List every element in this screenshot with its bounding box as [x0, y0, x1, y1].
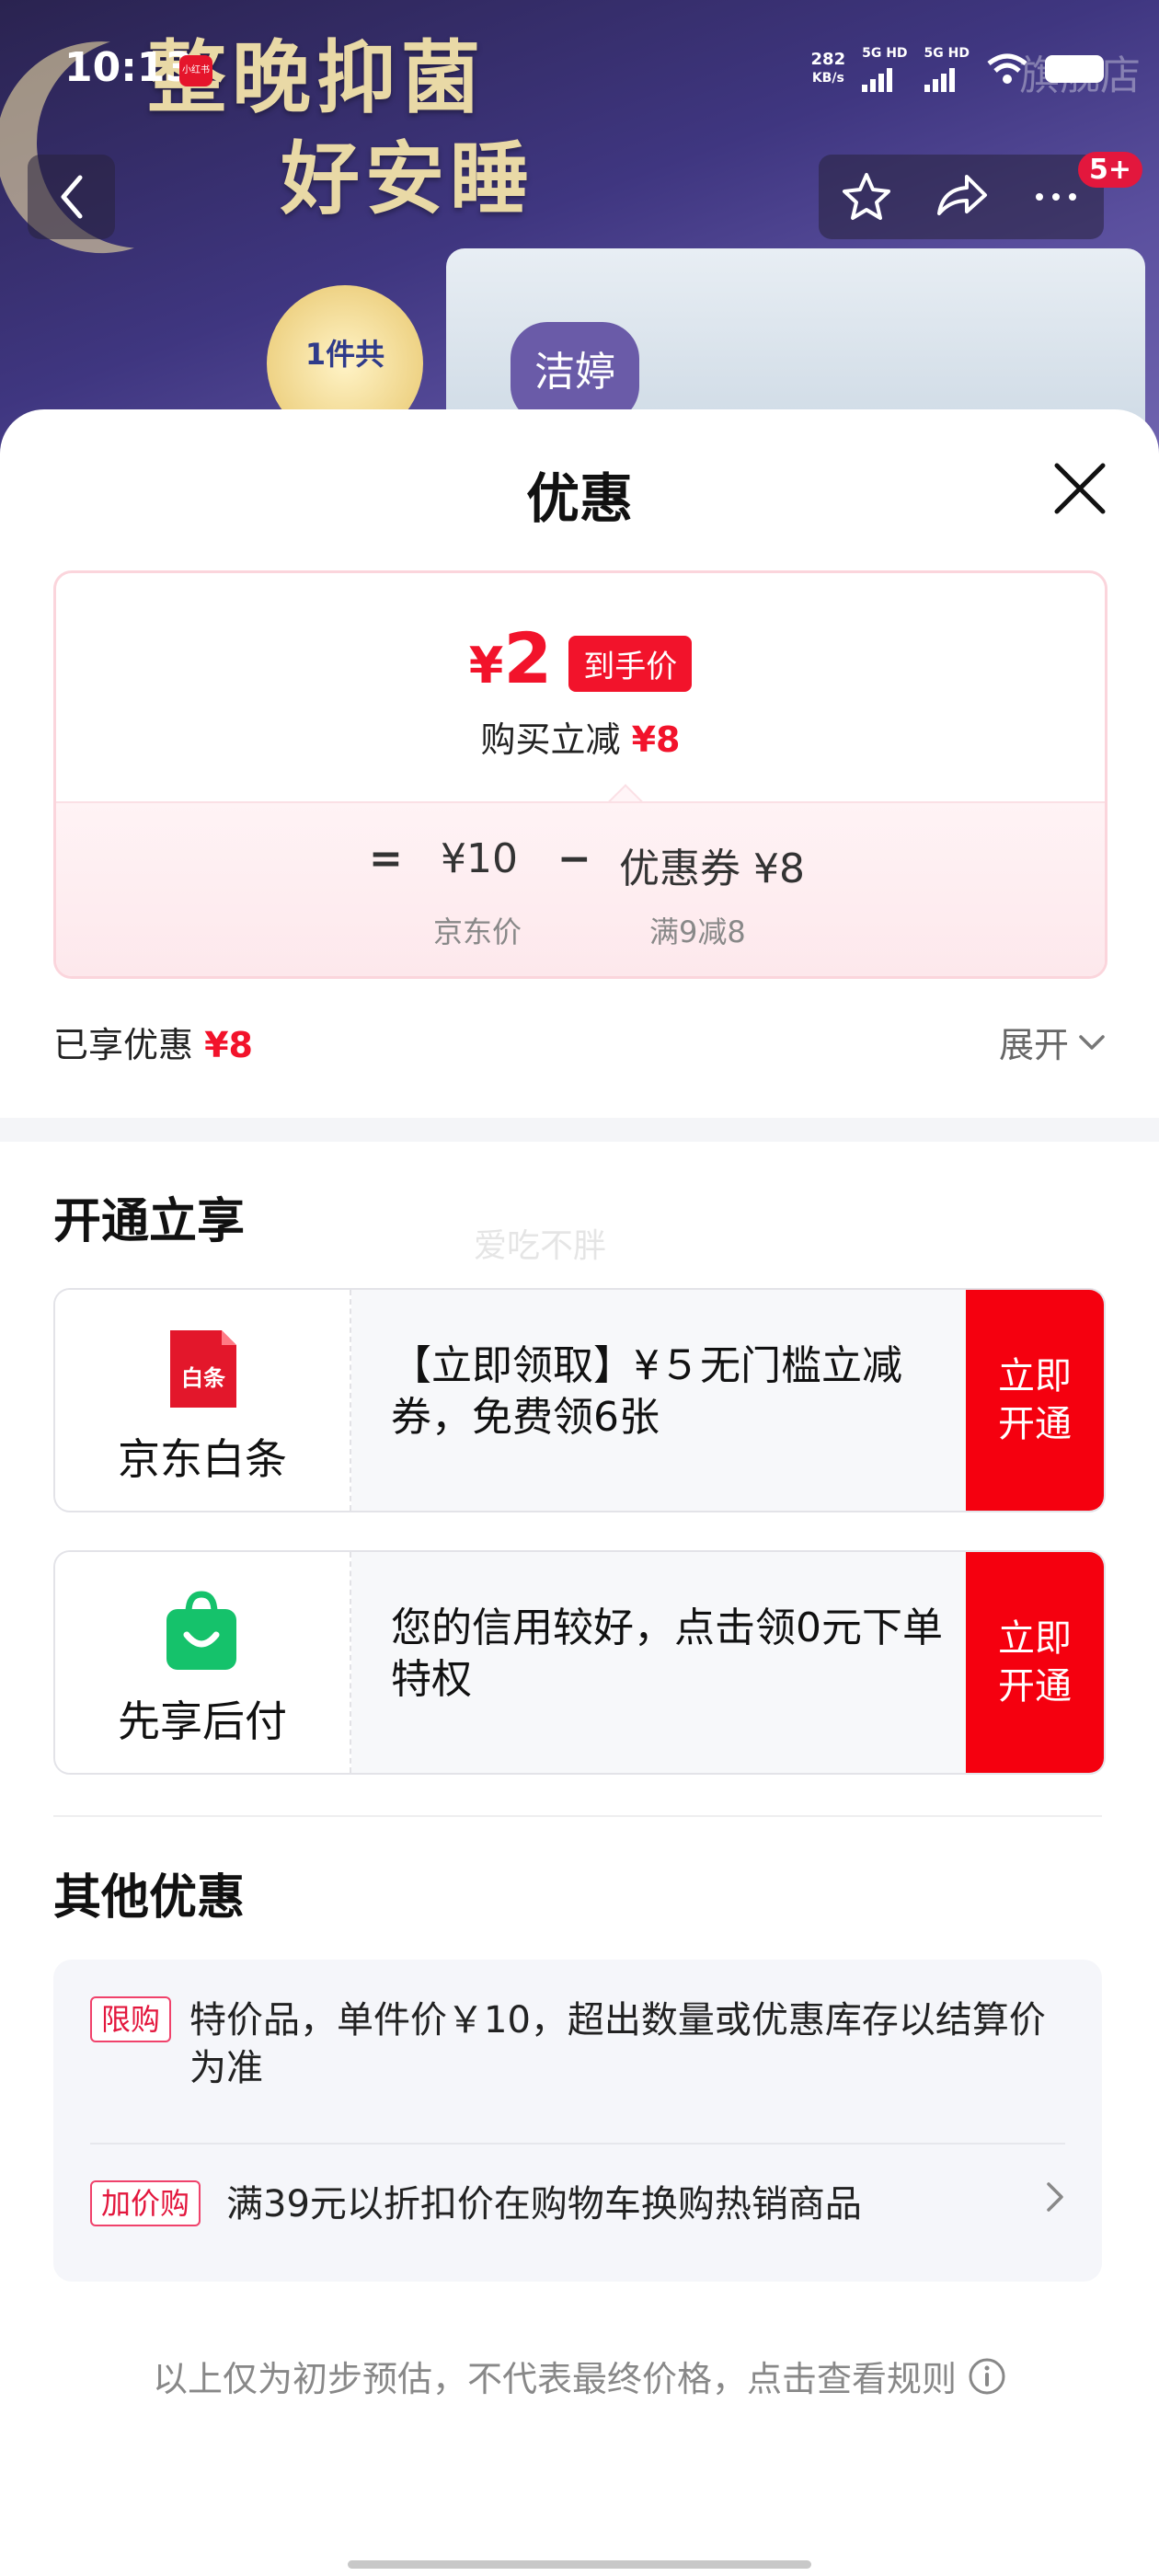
formula-minus: − — [557, 835, 591, 882]
rules-footnote[interactable]: 以上仅为初步预估，不代表最终价格，点击查看规则 — [0, 2351, 1159, 2401]
enjoyed-amount: ¥8 — [204, 1025, 253, 1065]
pay-later-card[interactable]: 先享后付 您的信用较好，点击领0元下单特权 立即 开通 — [53, 1550, 1106, 1775]
baitiao-open-button-line2: 开通 — [998, 1403, 1072, 1445]
sim2-signal-icon: 5G HD — [924, 46, 970, 92]
status-bar: 10:13 小红书 旗舰店 282 KB/s 5G HD 5G HD — [0, 0, 1159, 138]
net-speed-unit: KB/s — [811, 71, 844, 86]
expand-label: 展开 — [998, 1025, 1069, 1065]
pay-later-brand: 先享后付 — [55, 1552, 351, 1773]
enjoyed-label: 已享优惠 — [53, 1025, 194, 1065]
net-speed-value: 282 — [810, 50, 846, 69]
thin-divider — [53, 1815, 1102, 1817]
purchase-limit-text: 特价品，单件价￥10，超出数量或优惠库存以结算价为准 — [189, 1999, 1046, 2089]
formula-base-price: ¥10 — [441, 835, 518, 882]
banner-headline-line2: 好安睡 — [281, 132, 534, 225]
baitiao-logo-icon: 白条 — [170, 1330, 236, 1408]
notification-app-icon: 小红书 — [179, 55, 212, 86]
back-button[interactable] — [28, 155, 115, 239]
battery-icon — [1045, 55, 1104, 83]
close-icon[interactable] — [1051, 460, 1108, 517]
instant-reduction: 购买立减 ¥8 — [56, 711, 1105, 762]
price-breakdown-card: ¥2 到手价 购买立减 ¥8 = ¥10 − 优惠券 ¥8 京东价 满9减8 — [53, 570, 1107, 979]
formula-equals: = — [369, 835, 403, 882]
other-section-title: 其他优惠 — [53, 1870, 246, 1926]
top-action-group — [819, 155, 1104, 239]
footnote-text: 以上仅为初步预估，不代表最终价格，点击查看规则 — [152, 2359, 957, 2399]
baitiao-logo-text: 白条 — [181, 1365, 226, 1391]
pay-later-open-button-line2: 开通 — [998, 1665, 1072, 1708]
other-discounts-box: 限购 特价品，单件价￥10，超出数量或优惠库存以结算价为准 加价购 满39元以折… — [53, 1960, 1102, 2282]
formula-coupon: 优惠券 ¥8 — [619, 845, 805, 892]
home-indicator[interactable] — [348, 2560, 811, 2569]
coupon-condition-label: 满9减8 — [649, 914, 746, 949]
pay-later-description: 您的信用较好，点击领0元下单特权 — [391, 1604, 943, 1703]
purchase-limit-tag: 限购 — [90, 1996, 172, 2042]
chevron-left-icon — [61, 175, 82, 219]
baitiao-description: 【立即领取】¥５无门槛立减券，免费领6张 — [391, 1342, 902, 1441]
sim1-label: 5G HD — [862, 46, 908, 61]
base-price-label: 京东价 — [433, 914, 522, 949]
pay-later-open-button-line1: 立即 — [998, 1617, 1072, 1660]
add-on-purchase-tag: 加价购 — [90, 2180, 201, 2226]
pay-later-name: 先享后付 — [118, 1696, 287, 1746]
brand-logo: 洁婷 — [511, 322, 639, 423]
item-separator — [90, 2143, 1065, 2145]
baitiao-brand: 白条 京东白条 — [55, 1290, 351, 1511]
discount-sheet: 优惠 ¥2 到手价 购买立减 ¥8 = ¥10 − 优惠券 ¥8 京东价 满9减… — [0, 409, 1159, 2576]
share-icon[interactable] — [934, 169, 989, 224]
status-time: 10:13 — [64, 44, 194, 91]
add-on-purchase-text: 满39元以折扣价在购物车换购热销商品 — [226, 2183, 862, 2225]
chevron-right-icon[interactable] — [1045, 2180, 1065, 2214]
section-divider — [0, 1118, 1159, 1142]
final-price-symbol: ¥ — [468, 637, 504, 695]
chevron-down-icon — [1079, 1034, 1105, 1050]
final-price: ¥2 — [469, 624, 552, 701]
baitiao-open-button-line1: 立即 — [998, 1355, 1072, 1397]
open-section-title: 开通立享 — [53, 1194, 246, 1249]
wifi-icon — [987, 53, 1027, 84]
status-indicators: 282 KB/s 5G HD 5G HD — [811, 46, 1104, 92]
baitiao-name: 京东白条 — [118, 1434, 287, 1484]
baitiao-open-button[interactable]: 立即 开通 — [966, 1290, 1104, 1511]
final-price-row: ¥2 到手价 — [56, 624, 1105, 701]
message-count-badge: 5+ — [1077, 152, 1142, 188]
add-on-purchase-item[interactable]: 加价购 满39元以折扣价在购物车换购热销商品 — [90, 2180, 1065, 2228]
reduce-amount: ¥8 — [631, 719, 681, 760]
final-price-area: ¥2 到手价 购买立减 ¥8 — [56, 573, 1105, 801]
star-icon[interactable] — [839, 169, 894, 224]
purchase-limit-item: 限购 特价品，单件价￥10，超出数量或优惠库存以结算价为准 — [90, 1996, 1065, 2092]
info-icon[interactable] — [968, 2357, 1006, 2396]
price-formula-area: = ¥10 − 优惠券 ¥8 京东价 满9减8 — [56, 801, 1105, 976]
expand-button[interactable]: 展开 — [999, 1017, 1106, 1067]
quantity-badge-text: 1件共 — [304, 337, 385, 372]
shopping-bag-icon — [166, 1591, 236, 1670]
sheet-title: 优惠 — [525, 467, 633, 530]
pay-later-open-button[interactable]: 立即 开通 — [966, 1552, 1104, 1773]
final-price-tag: 到手价 — [568, 636, 693, 692]
enjoyed-discount: 已享优惠 ¥8 — [53, 1017, 253, 1067]
user-watermark: 爱吃不胖 — [474, 1227, 607, 1265]
baitiao-card[interactable]: 白条 京东白条 【立即领取】¥５无门槛立减券，免费领6张 立即 开通 — [53, 1288, 1106, 1512]
sim1-signal-icon: 5G HD — [862, 46, 908, 92]
final-price-value: 2 — [503, 617, 553, 699]
more-icon[interactable] — [1028, 169, 1084, 224]
sim2-label: 5G HD — [924, 46, 970, 61]
net-speed: 282 KB/s — [811, 51, 846, 87]
reduce-label: 购买立减 — [480, 719, 621, 760]
